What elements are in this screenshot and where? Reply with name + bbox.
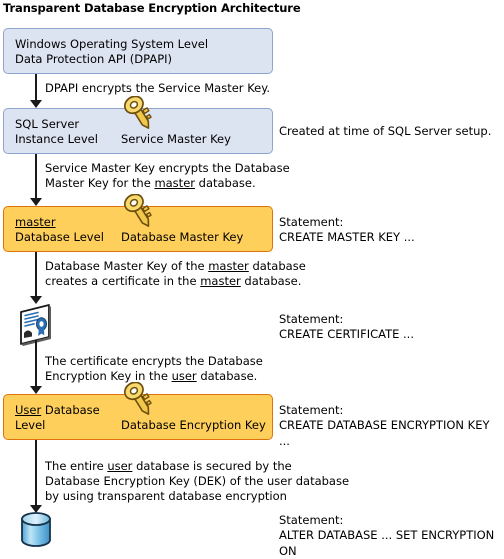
user-database-word-database: Database <box>41 403 100 417</box>
connector-certificate-to-user-db <box>35 340 37 390</box>
note-text-c: database <box>248 259 306 273</box>
note-text-c: database. <box>196 369 258 383</box>
note-text-a: Master Key for the <box>45 176 155 190</box>
note-entire-db-line3: by using transparent database encryption <box>45 489 287 503</box>
page-title: Transparent Database Encryption Architec… <box>3 1 301 15</box>
note-text-c: database is secured by the <box>132 459 292 473</box>
statement-label-certificate: Statement: <box>279 312 344 326</box>
tde-architecture-diagram: Transparent Database Encryption Architec… <box>0 0 504 558</box>
note-text-a: The entire <box>45 459 108 473</box>
statement-label-dek: Statement: <box>279 403 344 417</box>
arrowhead-os-to-instance <box>30 100 42 108</box>
user-database-line1: User Database <box>15 403 100 418</box>
note-text-a: Encryption Key in the <box>45 369 172 383</box>
statement-create-database-encryption-key: CREATE DATABASE ENCRYPTION KEY ... <box>279 418 490 448</box>
note-dmk-creates-cert-line1: Database Master Key of the master databa… <box>45 259 306 275</box>
windows-os-level-line2: Data Protection API (DPAPI) <box>15 52 173 66</box>
statement-alter-database: ALTER DATABASE ... SET ENCRYPTION ON <box>279 528 495 558</box>
arrowhead-instance-to-master <box>30 198 42 206</box>
level-box-windows-os: Windows Operating System Level Data Prot… <box>3 28 273 74</box>
key-icon <box>123 382 152 415</box>
statement-create-certificate: CREATE CERTIFICATE ... <box>279 327 414 341</box>
note-created-at-sql-server-setup: Created at time of SQL Server setup. <box>279 124 492 138</box>
note-dmk-creates-cert-line2: creates a certificate in the master data… <box>45 274 301 290</box>
note-text-a: creates a certificate in the <box>45 274 201 288</box>
note-smk-encrypts-dmk-line2: Master Key for the master database. <box>45 176 256 192</box>
key-icon <box>123 194 152 227</box>
key-icon <box>123 96 152 129</box>
note-text-master: master <box>154 176 195 190</box>
note-text-user: user <box>107 459 133 473</box>
connector-user-db-to-database <box>35 440 37 512</box>
sql-server-instance-line1: SQL Server <box>15 117 80 131</box>
statement-create-master-key: CREATE MASTER KEY ... <box>279 230 415 244</box>
note-text-a: Database Master Key of the <box>45 259 209 273</box>
note-text-c: database. <box>240 274 302 288</box>
sql-server-instance-line2: Instance Level <box>15 132 98 146</box>
arrowhead-certificate-to-user-db <box>30 386 42 394</box>
statement-label-master-key: Statement: <box>279 215 344 229</box>
note-text-user: user <box>171 369 197 383</box>
note-text-master: master <box>208 259 249 273</box>
note-dpapi-encrypts: DPAPI encrypts the Service Master Key. <box>45 81 271 95</box>
user-database-line2: Level <box>15 418 46 432</box>
master-database-line2: Database Level <box>15 230 104 244</box>
user-database-word-user: User <box>15 403 42 417</box>
note-entire-db-line2: Database Encryption Key (DEK) of the use… <box>45 474 350 488</box>
master-database-line1: master <box>15 215 56 229</box>
note-cert-encrypts-dek-line1: The certificate encrypts the Database <box>45 354 263 368</box>
note-text-master: master <box>200 274 241 288</box>
connector-master-to-certificate <box>35 252 37 302</box>
note-smk-encrypts-dmk-line1: Service Master Key encrypts the Database <box>45 161 290 175</box>
windows-os-level-line1: Windows Operating System Level <box>15 37 209 51</box>
note-text-c: database. <box>195 176 256 190</box>
note-entire-db-line1: The entire user database is secured by t… <box>45 459 292 475</box>
connector-instance-to-master <box>35 154 37 204</box>
statement-label-alter-database: Statement: <box>279 513 344 527</box>
